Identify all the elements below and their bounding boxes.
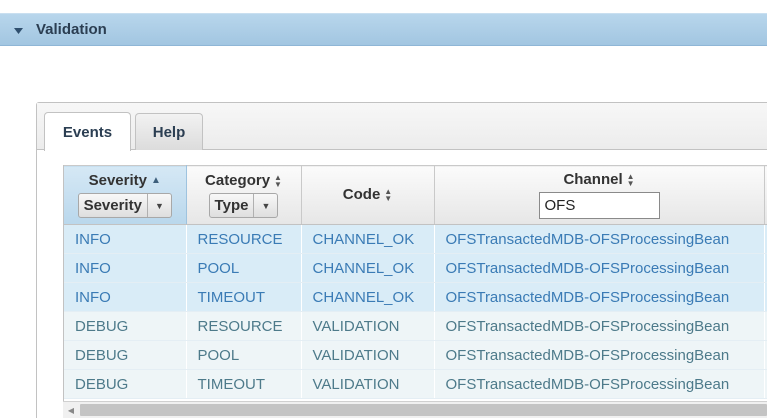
cell-code: CHANNEL_OK	[301, 224, 435, 254]
table-row[interactable]: INFO RESOURCE CHANNEL_OK OFSTransactedMD…	[64, 224, 767, 254]
dropdown-arrow-icon: ▼	[253, 194, 277, 217]
scroll-left-arrow-icon[interactable]: ◀	[63, 402, 79, 418]
category-header-label: Category	[205, 172, 271, 189]
tab-events[interactable]: Events	[44, 112, 131, 151]
category-filter-value: Type	[214, 197, 249, 214]
cell-code: VALIDATION	[301, 311, 435, 341]
tab-bar: Events Help	[37, 103, 767, 151]
validation-panel-header[interactable]: Validation	[0, 13, 767, 46]
sort-both-icon: ▲ ▼	[274, 173, 282, 189]
cell-category: POOL	[186, 253, 302, 283]
cell-category: POOL	[186, 340, 302, 370]
cell-channel: OFSTransactedMDB-OFSProcessingBean	[434, 282, 765, 312]
cell-code: CHANNEL_OK	[301, 253, 435, 283]
cell-category: TIMEOUT	[186, 282, 302, 312]
cell-channel: OFSTransactedMDB-OFSProcessingBean	[434, 253, 765, 283]
panel-title: Validation	[36, 21, 107, 38]
cell-severity: INFO	[64, 224, 187, 254]
severity-header-label: Severity	[88, 172, 147, 189]
sort-both-icon: ▲ ▼	[384, 187, 393, 203]
cell-severity: INFO	[64, 282, 187, 312]
tab-help[interactable]: Help	[135, 113, 203, 150]
cell-code: VALIDATION	[301, 340, 435, 370]
channel-header-label: Channel	[563, 171, 623, 188]
code-header-label: Code	[342, 186, 381, 203]
cell-severity: DEBUG	[64, 340, 187, 370]
horizontal-scrollbar[interactable]: ◀	[63, 401, 767, 418]
table-row[interactable]: DEBUG POOL VALIDATION OFSTransactedMDB-O…	[64, 340, 767, 370]
column-header-severity[interactable]: Severity ▲ Severity ▼	[64, 165, 187, 225]
table-row[interactable]: DEBUG TIMEOUT VALIDATION OFSTransactedMD…	[64, 369, 767, 399]
cell-channel: OFSTransactedMDB-OFSProcessingBean	[434, 369, 765, 399]
column-header-code[interactable]: Code ▲ ▼	[301, 165, 435, 225]
cell-code: VALIDATION	[301, 369, 435, 399]
sort-both-icon: ▲ ▼	[626, 172, 635, 188]
cell-severity: DEBUG	[64, 369, 187, 399]
table-row[interactable]: DEBUG RESOURCE VALIDATION OFSTransactedM…	[64, 311, 767, 341]
cell-category: RESOURCE	[186, 224, 302, 254]
cell-channel: OFSTransactedMDB-OFSProcessingBean	[434, 311, 765, 341]
severity-filter-select[interactable]: Severity ▼	[77, 193, 172, 218]
table-row[interactable]: INFO POOL CHANNEL_OK OFSTransactedMDB-OF…	[64, 253, 767, 283]
cell-severity: INFO	[64, 253, 187, 283]
severity-filter-value: Severity	[83, 197, 142, 214]
column-header-channel[interactable]: Channel ▲ ▼	[434, 165, 765, 225]
cell-code: CHANNEL_OK	[301, 282, 435, 312]
dropdown-arrow-icon: ▼	[146, 194, 171, 217]
collapse-triangle-icon[interactable]	[12, 25, 24, 37]
category-filter-select[interactable]: Type ▼	[208, 193, 279, 218]
cell-category: TIMEOUT	[186, 369, 302, 399]
cell-category: RESOURCE	[186, 311, 302, 341]
events-grid: Severity ▲ Severity ▼ Category ▲▼ Type	[63, 165, 767, 401]
table-row[interactable]: INFO TIMEOUT CHANNEL_OK OFSTransactedMDB…	[64, 282, 767, 312]
channel-filter-input[interactable]	[538, 192, 660, 219]
cell-channel: OFSTransactedMDB-OFSProcessingBean	[434, 340, 765, 370]
scrollbar-thumb[interactable]	[80, 404, 767, 416]
column-header-category[interactable]: Category ▲ ▼ Type ▼	[186, 165, 302, 225]
sort-ascending-icon: ▲	[150, 175, 161, 186]
cell-severity: DEBUG	[64, 311, 187, 341]
cell-channel: OFSTransactedMDB-OFSProcessingBean	[434, 224, 765, 254]
